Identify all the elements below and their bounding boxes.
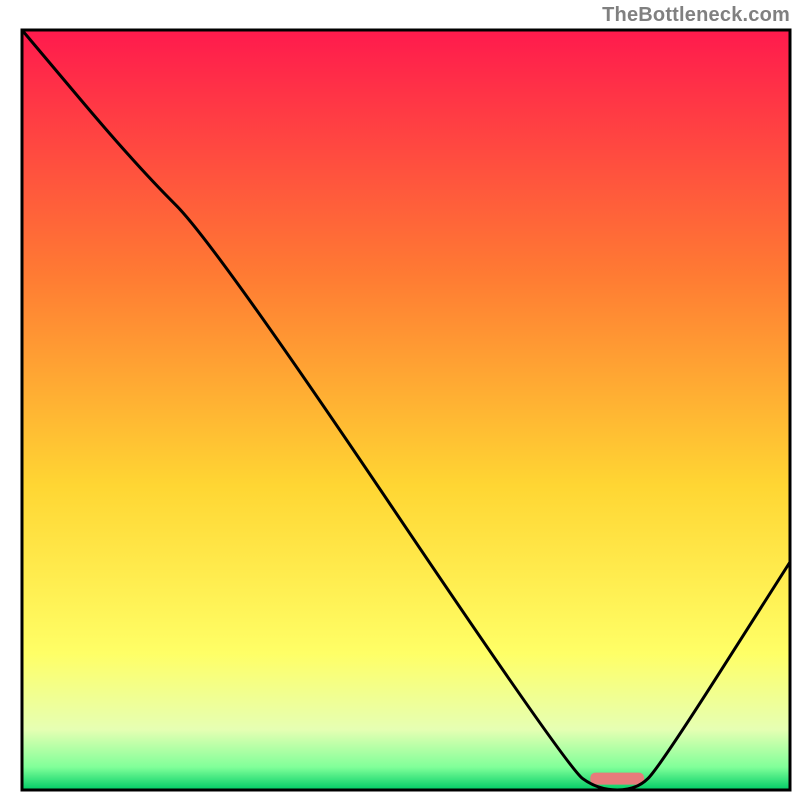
attribution-label: TheBottleneck.com <box>602 4 790 27</box>
plot-background <box>22 30 790 790</box>
optimal-range-marker <box>590 773 644 785</box>
bottleneck-chart <box>0 0 800 800</box>
chart-container: TheBottleneck.com <box>0 0 800 800</box>
